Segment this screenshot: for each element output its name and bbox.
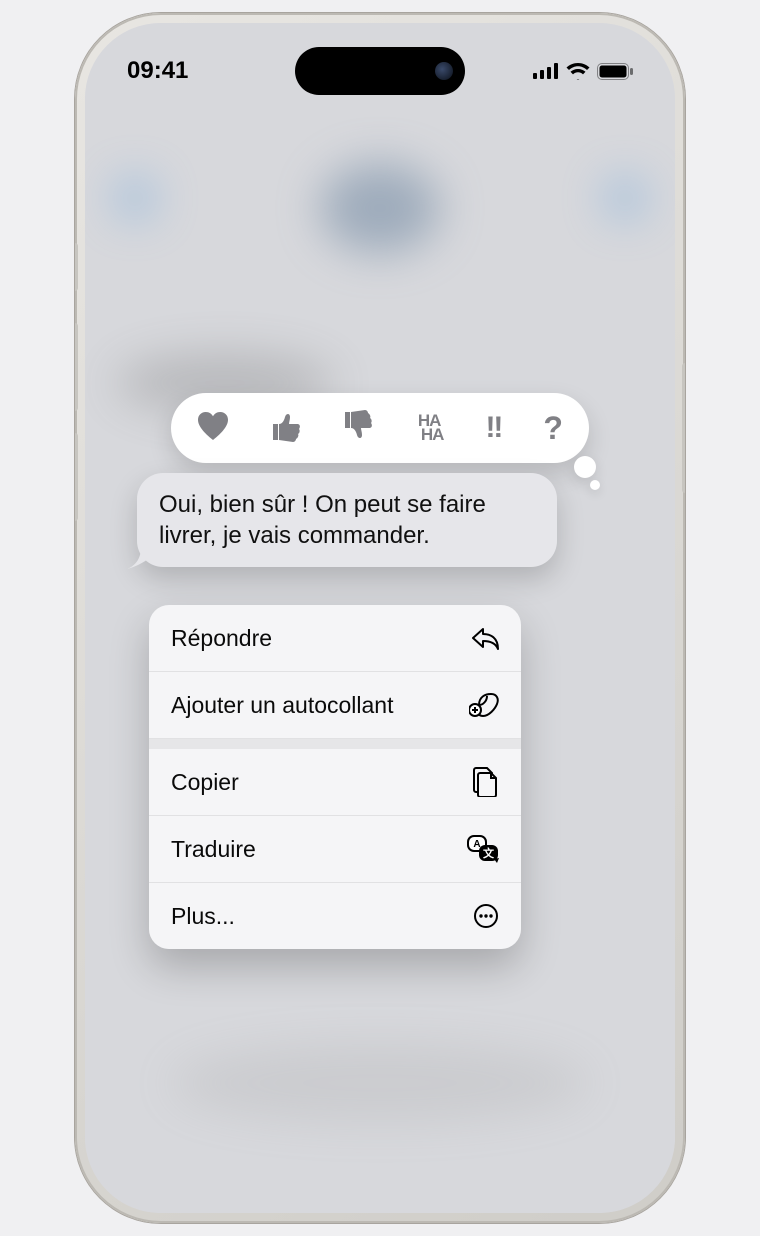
- side-button-power: [682, 363, 685, 493]
- reply-icon: [471, 626, 499, 650]
- phone-screen: 09:41: [85, 23, 675, 1213]
- tapback-thumbs-up[interactable]: [271, 410, 301, 447]
- menu-label: Copier: [171, 769, 239, 796]
- menu-item-translate[interactable]: Traduire A 文: [149, 816, 521, 883]
- dynamic-island: [295, 47, 465, 95]
- status-time: 09:41: [127, 57, 188, 85]
- tapback-tail: [590, 480, 600, 490]
- translate-icon: A 文: [467, 835, 499, 863]
- sticker-icon: [469, 692, 499, 718]
- side-button-silent: [75, 243, 78, 291]
- svg-text:文: 文: [483, 846, 495, 860]
- battery-icon: [597, 63, 633, 80]
- menu-item-sticker[interactable]: Ajouter un autocollant: [149, 672, 521, 739]
- tapback-tail: [574, 456, 596, 478]
- heart-icon: [197, 411, 229, 441]
- context-menu: Répondre Ajouter un autocollant Copier: [149, 605, 521, 949]
- side-button-vol-up: [75, 323, 78, 411]
- tapback-exclaim[interactable]: !!: [485, 411, 501, 445]
- copy-icon: [473, 767, 499, 797]
- tapback-question[interactable]: ?: [543, 410, 563, 447]
- tapback-haha[interactable]: HA HA: [415, 414, 444, 443]
- more-icon: [473, 903, 499, 929]
- thumbs-down-icon: [343, 410, 373, 442]
- bubble-tail: [127, 545, 151, 569]
- svg-text:A: A: [473, 839, 480, 850]
- menu-label: Plus...: [171, 903, 235, 930]
- menu-label: Répondre: [171, 625, 272, 652]
- haha-icon: HA: [421, 428, 444, 442]
- menu-separator: [149, 739, 521, 749]
- menu-label: Traduire: [171, 836, 256, 863]
- menu-item-reply[interactable]: Répondre: [149, 605, 521, 672]
- thumbs-up-icon: [271, 410, 301, 442]
- message-bubble[interactable]: Oui, bien sûr ! On peut se faire livrer,…: [137, 473, 557, 567]
- side-button-vol-down: [75, 433, 78, 521]
- cellular-signal-icon: [533, 63, 559, 79]
- tapback-thumbs-down[interactable]: [343, 410, 373, 447]
- menu-label: Ajouter un autocollant: [171, 692, 394, 719]
- wifi-icon: [566, 62, 590, 80]
- menu-item-more[interactable]: Plus...: [149, 883, 521, 949]
- menu-item-copy[interactable]: Copier: [149, 749, 521, 816]
- front-camera: [435, 62, 453, 80]
- phone-frame: 09:41: [75, 13, 685, 1223]
- message-text: Oui, bien sûr ! On peut se faire livrer,…: [159, 491, 486, 549]
- tapback-heart[interactable]: [197, 411, 229, 446]
- tapback-bar: HA HA !! ?: [171, 393, 589, 463]
